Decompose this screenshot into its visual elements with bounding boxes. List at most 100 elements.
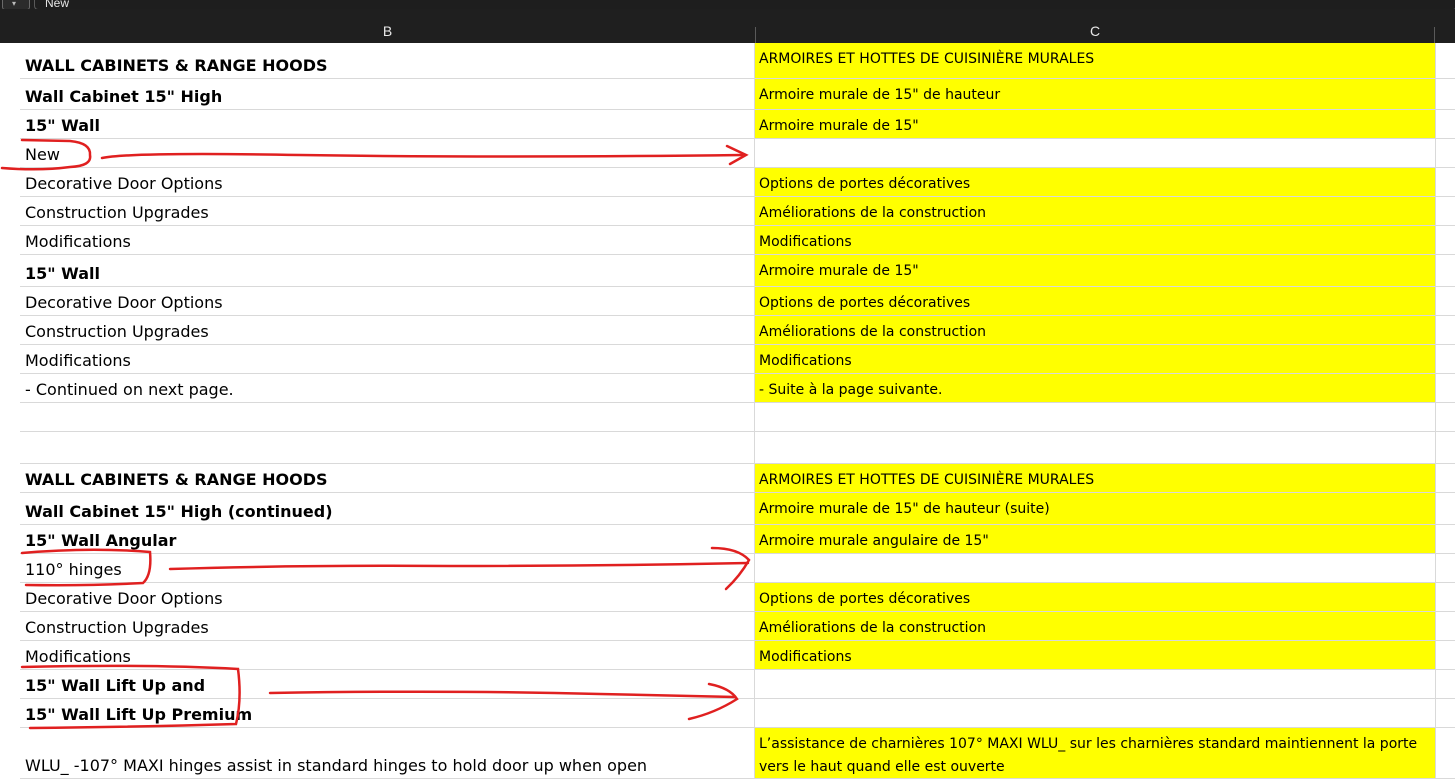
cell-b[interactable]: Construction Upgrades (20, 316, 755, 345)
cell-d[interactable] (1435, 612, 1455, 641)
cell-c-text: Améliorations de la construction (759, 205, 987, 221)
cell-d[interactable] (1435, 345, 1455, 374)
cell-d[interactable] (1435, 139, 1455, 168)
cell-b-text: Construction Upgrades (25, 203, 209, 222)
cell-c[interactable] (755, 670, 1435, 699)
cell-c[interactable]: Améliorations de la construction (755, 316, 1435, 345)
cell-d[interactable] (1435, 464, 1455, 493)
cell-b-text: Wall Cabinet 15" High (continued) (25, 502, 333, 521)
table-row: 15" Wall Lift Up Premium (0, 699, 1455, 728)
cell-d[interactable] (1435, 583, 1455, 612)
cell-d[interactable] (1435, 403, 1455, 432)
cell-c[interactable]: Options de portes décoratives (755, 583, 1435, 612)
cell-c[interactable]: Améliorations de la construction (755, 197, 1435, 226)
cell-b[interactable]: WALL CABINETS & RANGE HOODS (20, 43, 755, 79)
cell-b-text: New (25, 145, 60, 164)
cell-b-text: 15" Wall (25, 116, 101, 135)
column-divider[interactable] (1434, 27, 1435, 43)
cell-c[interactable]: Armoire murale angulaire de 15" (755, 525, 1435, 554)
cell-b[interactable]: WLU_ -107° MAXI hinges assist in standar… (20, 728, 755, 779)
cell-c[interactable]: Options de portes décoratives (755, 287, 1435, 316)
column-header-b[interactable]: B (20, 9, 755, 43)
cell-d[interactable] (1435, 255, 1455, 287)
cell-d[interactable] (1435, 699, 1455, 728)
cell-c-text: ARMOIRES ET HOTTES DE CUISINIÈRE MURALES (759, 51, 1095, 67)
cell-b[interactable]: Construction Upgrades (20, 612, 755, 641)
cell-b[interactable] (20, 403, 755, 432)
cell-b-text: Modifications (25, 351, 131, 370)
cell-c[interactable]: - Suite à la page suivante. (755, 374, 1435, 403)
cell-b-text: WALL CABINETS & RANGE HOODS (25, 56, 328, 75)
table-row: WLU_ -107° MAXI hinges assist in standar… (0, 728, 1455, 779)
formula-bar[interactable]: New (34, 0, 1455, 9)
cell-d[interactable] (1435, 110, 1455, 139)
table-row: Decorative Door Options Options de portes… (0, 583, 1455, 612)
cell-d[interactable] (1435, 641, 1455, 670)
cell-b[interactable] (20, 432, 755, 464)
cell-b[interactable]: Modifications (20, 641, 755, 670)
table-row: - Continued on next page. - Suite à la p… (0, 374, 1455, 403)
column-header-c[interactable]: C (756, 9, 1434, 43)
cell-b[interactable]: 15" Wall Angular (20, 525, 755, 554)
cell-b[interactable]: - Continued on next page. (20, 374, 755, 403)
cell-c[interactable]: Armoire murale de 15" de hauteur (suite) (755, 493, 1435, 525)
cell-b[interactable]: Modifications (20, 345, 755, 374)
cell-b[interactable]: Decorative Door Options (20, 583, 755, 612)
cell-b[interactable]: WALL CABINETS & RANGE HOODS (20, 464, 755, 493)
cell-d[interactable] (1435, 432, 1455, 464)
cell-d[interactable] (1435, 226, 1455, 255)
cell-d[interactable] (1435, 287, 1455, 316)
formula-bar-value: New (45, 0, 70, 9)
cell-b[interactable]: Wall Cabinet 15" High (continued) (20, 493, 755, 525)
cell-c[interactable] (755, 699, 1435, 728)
cell-d[interactable] (1435, 493, 1455, 525)
cell-c[interactable] (755, 432, 1435, 464)
cell-b-text: Construction Upgrades (25, 322, 209, 341)
cell-c[interactable]: Améliorations de la construction (755, 612, 1435, 641)
cell-c[interactable]: Modifications (755, 226, 1435, 255)
cell-c[interactable]: Armoire murale de 15" (755, 255, 1435, 287)
cell-c[interactable]: Modifications (755, 345, 1435, 374)
cell-d[interactable] (1435, 728, 1455, 779)
cell-c[interactable]: L’assistance de charnières 107° MAXI WLU… (755, 728, 1435, 779)
cell-d[interactable] (1435, 554, 1455, 583)
cell-c[interactable]: ARMOIRES ET HOTTES DE CUISINIÈRE MURALES (755, 464, 1435, 493)
cell-c[interactable]: ARMOIRES ET HOTTES DE CUISINIÈRE MURALES (755, 43, 1435, 79)
cell-c[interactable] (755, 403, 1435, 432)
cell-b[interactable]: Decorative Door Options (20, 168, 755, 197)
cell-b[interactable]: Construction Upgrades (20, 197, 755, 226)
cell-b-text: 15" Wall (25, 264, 101, 283)
cell-b[interactable]: Wall Cabinet 15" High (20, 79, 755, 110)
name-box-dropdown[interactable]: ▾ (2, 0, 30, 9)
formula-bar-area: ▾ New (0, 0, 1455, 9)
cell-c[interactable] (755, 139, 1435, 168)
cell-d[interactable] (1435, 525, 1455, 554)
cell-b[interactable]: 15" Wall (20, 110, 755, 139)
cell-d[interactable] (1435, 197, 1455, 226)
table-row: Wall Cabinet 15" High Armoire murale de 1… (0, 79, 1455, 110)
cell-c[interactable]: Armoire murale de 15" de hauteur (755, 79, 1435, 110)
cell-d[interactable] (1435, 670, 1455, 699)
cell-b[interactable]: 110° hinges (20, 554, 755, 583)
cell-c[interactable]: Armoire murale de 15" (755, 110, 1435, 139)
cell-b[interactable]: Modifications (20, 226, 755, 255)
cell-c[interactable]: Modifications (755, 641, 1435, 670)
cell-b-text: Decorative Door Options (25, 174, 223, 193)
cell-d[interactable] (1435, 168, 1455, 197)
cell-b-text: 110° hinges (25, 560, 122, 579)
cell-b-text: Decorative Door Options (25, 293, 223, 312)
cell-c[interactable] (755, 554, 1435, 583)
cell-d[interactable] (1435, 43, 1455, 79)
cell-b[interactable]: 15" Wall Lift Up and (20, 670, 755, 699)
table-row: Construction Upgrades Améliorations de la… (0, 197, 1455, 226)
cell-b[interactable]: 15" Wall (20, 255, 755, 287)
cell-b[interactable]: New (20, 139, 755, 168)
cell-d[interactable] (1435, 316, 1455, 345)
cell-d[interactable] (1435, 79, 1455, 110)
cell-b[interactable]: Decorative Door Options (20, 287, 755, 316)
cell-c[interactable]: Options de portes décoratives (755, 168, 1435, 197)
table-row: 15" Wall Armoire murale de 15" (0, 110, 1455, 139)
cell-d[interactable] (1435, 374, 1455, 403)
chevron-down-icon: ▾ (12, 0, 17, 8)
cell-b[interactable]: 15" Wall Lift Up Premium (20, 699, 755, 728)
